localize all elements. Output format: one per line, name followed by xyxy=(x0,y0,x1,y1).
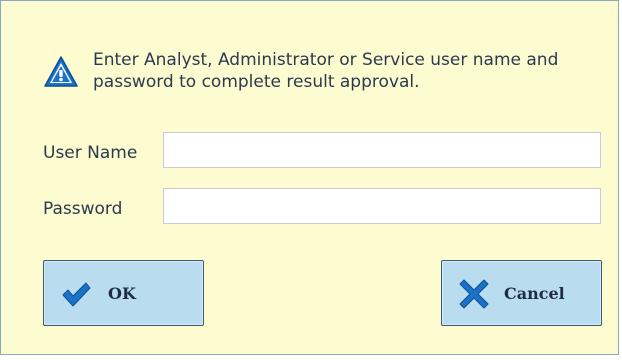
username-input[interactable] xyxy=(163,132,601,168)
dialog-message: Enter Analyst, Administrator or Service … xyxy=(93,50,559,92)
ok-button[interactable]: OK xyxy=(43,260,204,326)
cancel-button[interactable]: Cancel xyxy=(441,260,602,326)
password-label: Password xyxy=(43,199,123,219)
approval-dialog: Enter Analyst, Administrator or Service … xyxy=(0,0,619,355)
ok-button-label: OK xyxy=(108,284,136,303)
checkmark-icon xyxy=(62,282,91,307)
close-icon xyxy=(459,279,489,309)
cancel-button-label: Cancel xyxy=(504,284,565,303)
warning-icon xyxy=(44,56,78,87)
password-input[interactable] xyxy=(163,188,601,224)
username-label: User Name xyxy=(43,143,138,163)
